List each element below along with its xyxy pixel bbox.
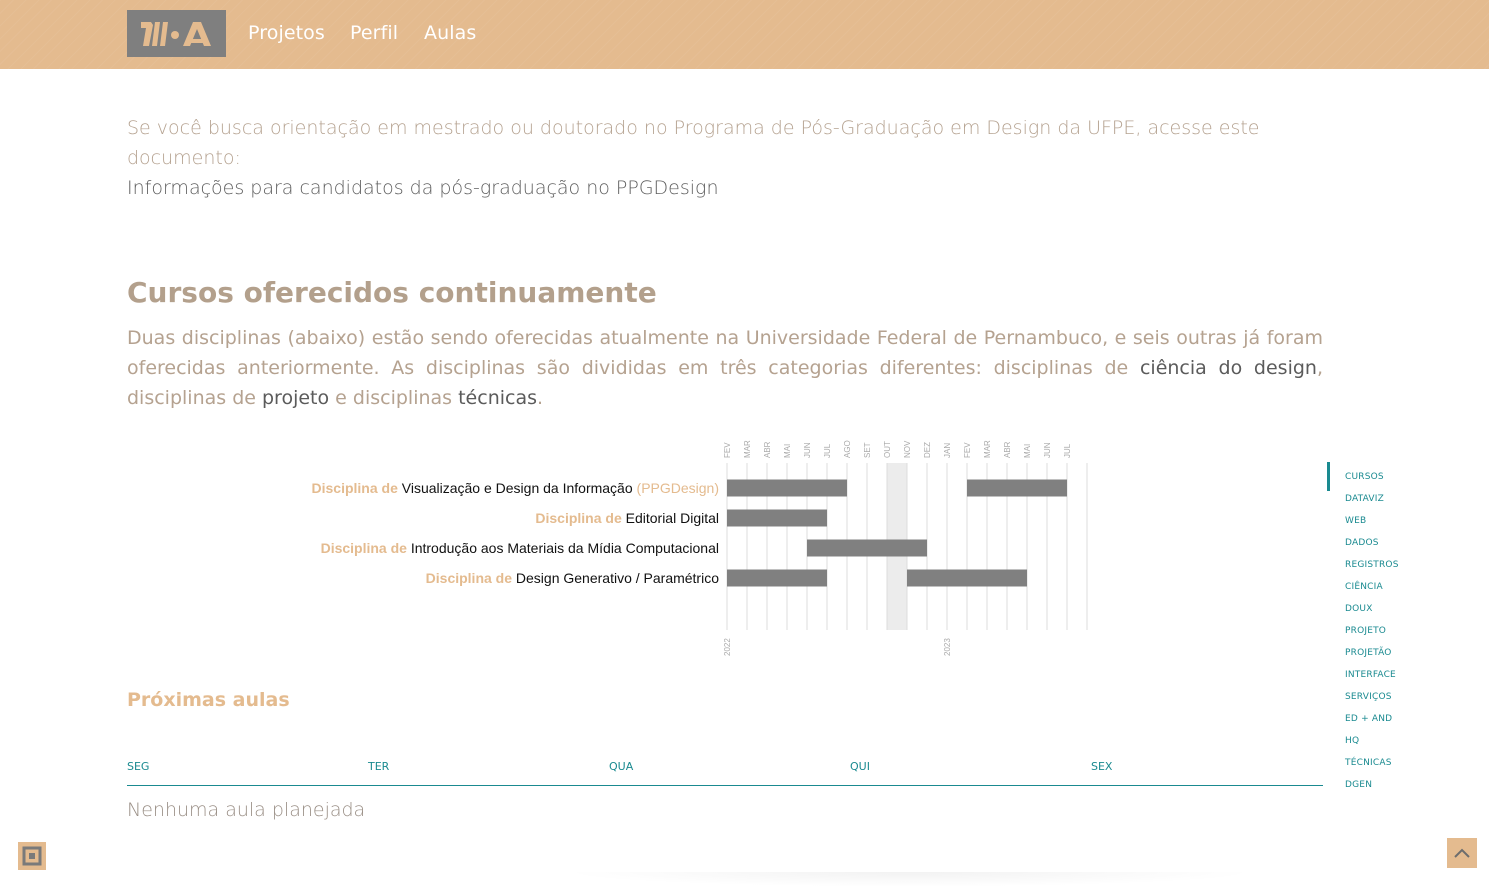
desc-text-4: . xyxy=(537,387,544,409)
course-label: Disciplina de Introdução aos Materiais d… xyxy=(321,540,719,556)
month-tick-label: ABR xyxy=(763,441,772,458)
month-tick-label: JUN xyxy=(1043,442,1052,458)
course-label: Disciplina de Visualização e Design da I… xyxy=(312,480,720,496)
month-tick-label: JUL xyxy=(823,443,832,458)
course-label-name: Introdução aos Materiais da Mídia Comput… xyxy=(411,540,719,556)
course-label: Disciplina de Editorial Digital xyxy=(535,510,719,526)
course-label-prefix: Disciplina de xyxy=(535,510,625,526)
course-bar xyxy=(907,569,1027,587)
toc-item-registros[interactable]: REGISTROS xyxy=(1345,559,1399,571)
day-tuesday: TER xyxy=(368,760,390,773)
footer-shadow xyxy=(560,872,1260,887)
course-label-name: Visualização e Design da Informação xyxy=(402,480,633,496)
toc-item-dataviz[interactable]: DATAVIZ xyxy=(1345,493,1384,505)
course-bar xyxy=(727,569,827,587)
day-monday: SEG xyxy=(127,760,150,773)
site-logo[interactable] xyxy=(127,10,226,57)
courses-timeline-chart: FEV MAR ABR MAI JUN JUL AGO SET OUT NOV DEZ JAN FEV M… xyxy=(312,440,1088,656)
month-tick-label: AGO xyxy=(843,440,852,458)
month-tick-label: DEZ xyxy=(923,442,932,458)
intro-paragraph: Se você busca orientação em mestrado ou … xyxy=(127,113,1327,203)
toc-item-cursos[interactable]: CURSOS xyxy=(1345,471,1384,483)
toc-item-dgen[interactable]: DGEN xyxy=(1345,779,1372,791)
month-tick-label: MAR xyxy=(743,440,752,458)
technical-link[interactable]: técnicas xyxy=(458,387,537,409)
course-label-name: Design Generativo / Paramétrico xyxy=(516,570,719,586)
no-lessons-message: Nenhuma aula planejada xyxy=(127,799,366,821)
toc-item-projetao[interactable]: PROJETÃO xyxy=(1345,647,1392,659)
chevron-up-icon xyxy=(1454,848,1470,858)
toc-item-ciencia[interactable]: CIÊNCIA xyxy=(1345,581,1383,593)
course-label-prefix: Disciplina de xyxy=(312,480,402,496)
course-label-prefix: Disciplina de xyxy=(426,570,516,586)
toc-item-hq[interactable]: HQ xyxy=(1345,735,1359,747)
square-frame-icon xyxy=(22,846,42,866)
year-tick-label: 2023 xyxy=(943,638,952,656)
upcoming-lessons-heading: Próximas aulas xyxy=(127,689,290,711)
month-tick-label: ABR xyxy=(1003,441,1012,458)
month-tick-label: FEV xyxy=(963,442,972,458)
year-tick-label: 2022 xyxy=(723,638,732,656)
toc-item-ed-and[interactable]: ED + AND xyxy=(1345,713,1392,725)
top-navigation-bar: Projetos Perfil Aulas xyxy=(0,0,1489,69)
month-tick-label: NOV xyxy=(903,440,912,458)
toc-item-web[interactable]: WEB xyxy=(1345,515,1366,527)
toc-item-dados[interactable]: DADOS xyxy=(1345,537,1379,549)
month-tick-label: FEV xyxy=(723,442,732,458)
toc-item-doux[interactable]: DOUX xyxy=(1345,603,1373,615)
project-link[interactable]: projeto xyxy=(262,387,329,409)
day-wednesday: QUA xyxy=(609,760,634,773)
back-to-top-button[interactable] xyxy=(1447,838,1477,868)
toc-item-projeto[interactable]: PROJETO xyxy=(1345,625,1386,637)
course-label-name: Editorial Digital xyxy=(626,510,719,526)
course-label-prefix: Disciplina de xyxy=(321,540,411,556)
toc-item-interface[interactable]: INTERFACE xyxy=(1345,669,1396,681)
desc-text-3: e disciplinas xyxy=(329,387,459,409)
course-label-suffix: (PPGDesign) xyxy=(633,480,719,496)
course-bar xyxy=(967,479,1067,497)
month-tick-label: JAN xyxy=(943,443,952,458)
intro-text: Se você busca orientação em mestrado ou … xyxy=(127,117,1260,169)
course-bar xyxy=(727,479,847,497)
toc-item-tecnicas[interactable]: TÉCNICAS xyxy=(1345,757,1392,769)
month-tick-label: JUL xyxy=(1063,443,1072,458)
logo-mark-icon xyxy=(140,21,211,46)
day-friday: SEX xyxy=(1091,760,1113,773)
month-tick-label: MAR xyxy=(983,440,992,458)
month-tick-label: MAI xyxy=(783,444,792,458)
toc-item-servicos[interactable]: SERVIÇOS xyxy=(1345,691,1392,703)
course-bar xyxy=(807,539,927,557)
nav-link-perfil[interactable]: Perfil xyxy=(350,21,398,45)
courses-heading: Cursos oferecidos continuamente xyxy=(127,276,657,309)
course-label: Disciplina de Design Generativo / Paramé… xyxy=(426,570,720,586)
candidates-info-link[interactable]: Informações para candidatos da pós-gradu… xyxy=(127,177,719,199)
corner-toggle-button[interactable] xyxy=(18,842,46,870)
course-bar xyxy=(727,509,827,527)
design-science-link[interactable]: ciência do design xyxy=(1140,357,1317,379)
month-tick-label: MAI xyxy=(1023,444,1032,458)
month-tick-label: OUT xyxy=(883,441,892,458)
active-section-indicator xyxy=(1327,462,1330,491)
nav-link-projetos[interactable]: Projetos xyxy=(248,21,325,45)
day-thursday: QUI xyxy=(850,760,870,773)
courses-description: Duas disciplinas (abaixo) estão sendo of… xyxy=(127,323,1323,413)
nav-link-aulas[interactable]: Aulas xyxy=(424,21,476,45)
weekday-header: SEG TER QUA QUI SEX xyxy=(127,759,1323,786)
month-tick-label: SET xyxy=(863,442,872,458)
month-tick-label: JUN xyxy=(803,442,812,458)
